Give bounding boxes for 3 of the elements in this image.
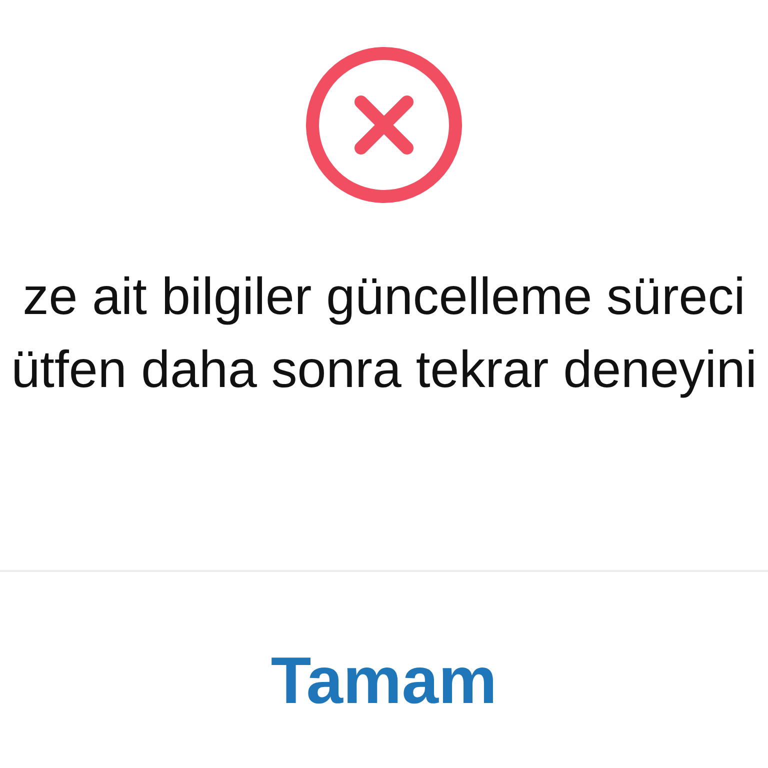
error-x-circle-icon	[306, 47, 462, 203]
error-message: ze ait bilgiler güncelleme süreci ütfen daha sonra tekrar deneyini	[11, 267, 757, 401]
ok-button[interactable]: Tamam	[260, 638, 508, 722]
